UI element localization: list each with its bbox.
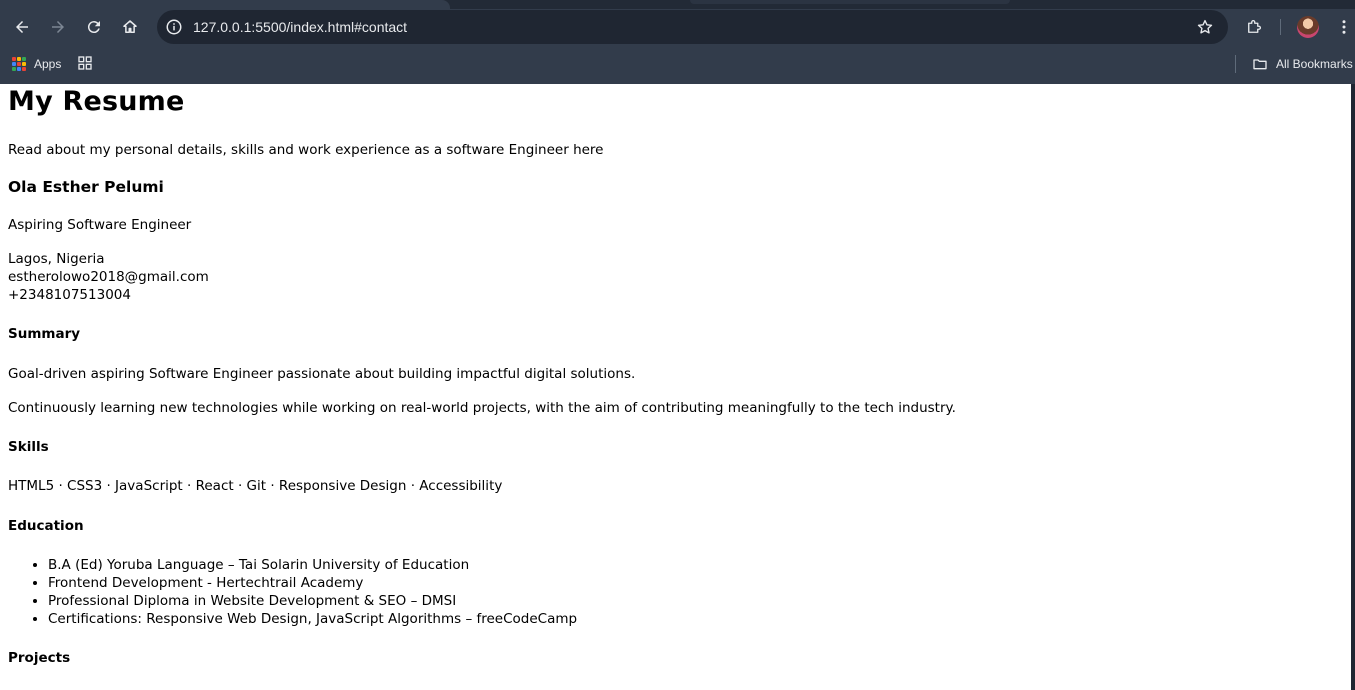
home-icon xyxy=(123,20,137,33)
puzzle-icon xyxy=(1248,20,1261,33)
folder-icon xyxy=(1253,59,1267,70)
home-button[interactable] xyxy=(116,13,144,41)
education-list: B.A (Ed) Yoruba Language – Tai Solarin U… xyxy=(48,556,577,628)
toolbar: 127.0.0.1:5500/index.html#contact xyxy=(0,9,1355,45)
tab-inactive[interactable] xyxy=(690,0,1010,4)
location-text: Lagos, Nigeria xyxy=(8,251,105,267)
apps-shortcut[interactable]: Apps xyxy=(12,55,61,73)
page-viewport: My Resume Read about my personal details… xyxy=(0,84,1351,690)
apps-label: Apps xyxy=(34,57,62,71)
browser-chrome: 127.0.0.1:5500/index.html#contact Apps A… xyxy=(0,0,1355,84)
all-bookmarks-button[interactable]: All Bookmarks xyxy=(1252,55,1353,73)
education-heading: Education xyxy=(8,518,84,534)
tab-strip xyxy=(0,0,1355,9)
summary-paragraph: Continuously learning new technologies w… xyxy=(8,400,956,416)
extensions-button[interactable] xyxy=(1240,13,1268,41)
address-bar[interactable]: 127.0.0.1:5500/index.html#contact xyxy=(157,10,1228,44)
list-item: Professional Diploma in Website Developm… xyxy=(48,592,577,610)
tab-active[interactable] xyxy=(0,0,450,9)
bookmarks-bar: Apps All Bookmarks xyxy=(0,50,1355,78)
reload-button[interactable] xyxy=(80,13,108,41)
scrollbar[interactable] xyxy=(1351,84,1355,690)
page-title: My Resume xyxy=(8,86,185,117)
intro-text: Read about my personal details, skills a… xyxy=(8,142,604,158)
list-item: Frontend Development - Hertechtrail Acad… xyxy=(48,574,577,592)
list-item: Certifications: Responsive Web Design, J… xyxy=(48,610,577,628)
menu-button[interactable] xyxy=(1330,13,1355,41)
star-icon[interactable] xyxy=(1196,18,1214,36)
summary-paragraph: Goal-driven aspiring Software Engineer p… xyxy=(8,366,636,382)
summary-heading: Summary xyxy=(8,326,81,342)
forward-button[interactable] xyxy=(44,13,72,41)
url-text[interactable]: 127.0.0.1:5500/index.html#contact xyxy=(193,10,407,44)
skills-heading: Skills xyxy=(8,439,49,455)
list-item: B.A (Ed) Yoruba Language – Tai Solarin U… xyxy=(48,556,577,574)
back-button[interactable] xyxy=(8,13,36,41)
arrow-left-icon xyxy=(16,21,28,33)
job-role: Aspiring Software Engineer xyxy=(8,217,192,233)
projects-heading: Projects xyxy=(8,650,71,666)
person-name: Ola Esther Pelumi xyxy=(8,178,164,196)
profile-avatar[interactable] xyxy=(1297,16,1319,38)
all-bookmarks-label: All Bookmarks xyxy=(1276,57,1353,71)
kebab-menu-icon xyxy=(1342,20,1346,34)
skills-list: HTML5 · CSS3 · JavaScript · React · Git … xyxy=(8,478,503,494)
toolbar-divider xyxy=(1280,19,1281,35)
tab-groups-icon[interactable] xyxy=(77,55,93,71)
reload-icon xyxy=(87,21,100,34)
apps-grid-icon xyxy=(12,57,26,71)
bookmarks-divider xyxy=(1235,55,1236,73)
email-text: estherolowo2018@gmail.com xyxy=(8,269,209,285)
phone-text: +2348107513004 xyxy=(8,287,131,303)
info-icon[interactable] xyxy=(165,18,183,36)
arrow-right-icon xyxy=(52,21,64,33)
